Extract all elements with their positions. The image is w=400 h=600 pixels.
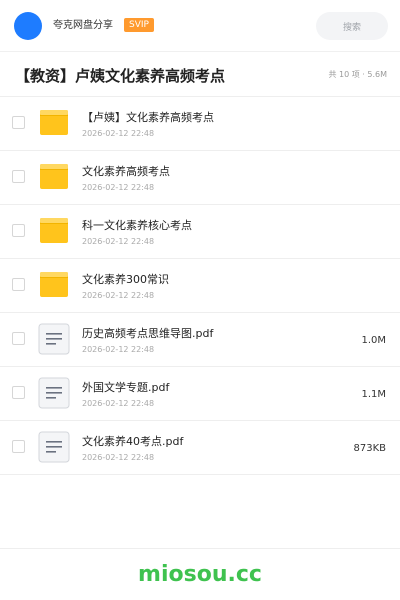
item-size: 1.0M [361,335,386,346]
share-summary: 共 10 项 · 5.6M [328,70,387,79]
folder-icon [38,161,70,193]
avatar[interactable] [14,12,42,40]
folder-icon [38,107,70,139]
list-item[interactable]: 【卢姨】文化素养高频考点 2026-02-12 22:48 [0,97,400,151]
share-title-bar: 【教资】卢姨文化素养高频考点 共 10 项 · 5.6M [0,52,400,97]
item-name: 文化素养40考点.pdf [82,435,184,448]
item-date: 2026-02-12 22:48 [82,453,155,462]
item-date: 2026-02-12 22:48 [82,129,155,138]
list-item[interactable]: 文化素养高频考点 2026-02-12 22:48 [0,151,400,205]
select-checkbox[interactable] [12,278,25,291]
select-checkbox[interactable] [12,386,25,399]
select-checkbox[interactable] [12,170,25,183]
list-item[interactable]: 历史高频考点思维导图.pdf 2026-02-12 22:48 1.0M [0,313,400,367]
select-checkbox[interactable] [12,116,25,129]
list-item[interactable]: 外国文学专题.pdf 2026-02-12 22:48 1.1M [0,367,400,421]
folder-icon [38,215,70,247]
item-size: 1.1M [361,389,386,400]
select-checkbox[interactable] [12,440,25,453]
item-name: 文化素养300常识 [82,273,169,286]
user-name: 夸克网盘分享 [53,20,113,31]
page-title: 【教资】卢姨文化素养高频考点 [15,67,226,85]
item-date: 2026-02-12 22:48 [82,291,155,300]
item-date: 2026-02-12 22:48 [82,345,155,354]
select-checkbox[interactable] [12,332,25,345]
item-date: 2026-02-12 22:48 [82,237,155,246]
folder-icon [38,269,70,301]
list-item[interactable]: 文化素养300常识 2026-02-12 22:48 [0,259,400,313]
list-item[interactable]: 科一文化素养核心考点 2026-02-12 22:48 [0,205,400,259]
site-watermark: miosou.cc [138,562,262,587]
document-icon [38,377,70,409]
item-name: 外国文学专题.pdf [82,381,170,394]
list-item[interactable]: 文化素养40考点.pdf 2026-02-12 22:48 873KB [0,421,400,475]
search-placeholder: 搜索 [342,22,361,33]
item-date: 2026-02-12 22:48 [82,183,155,192]
item-name: 【卢姨】文化素养高频考点 [82,111,214,124]
search-input[interactable]: 搜索 [316,12,388,40]
item-name: 文化素养高频考点 [82,165,170,178]
item-name: 历史高频考点思维导图.pdf [82,327,214,340]
svip-badge: SVIP [124,18,154,32]
item-size: 873KB [353,443,386,454]
file-list: 【卢姨】文化素养高频考点 2026-02-12 22:48 文化素养高频考点 2… [0,97,400,475]
document-icon [38,431,70,463]
select-checkbox[interactable] [12,224,25,237]
document-icon [38,323,70,355]
item-name: 科一文化素养核心考点 [82,219,192,232]
app-header: 夸克网盘分享 SVIP 搜索 [0,0,400,52]
item-date: 2026-02-12 22:48 [82,399,155,408]
footer: miosou.cc [0,548,400,600]
